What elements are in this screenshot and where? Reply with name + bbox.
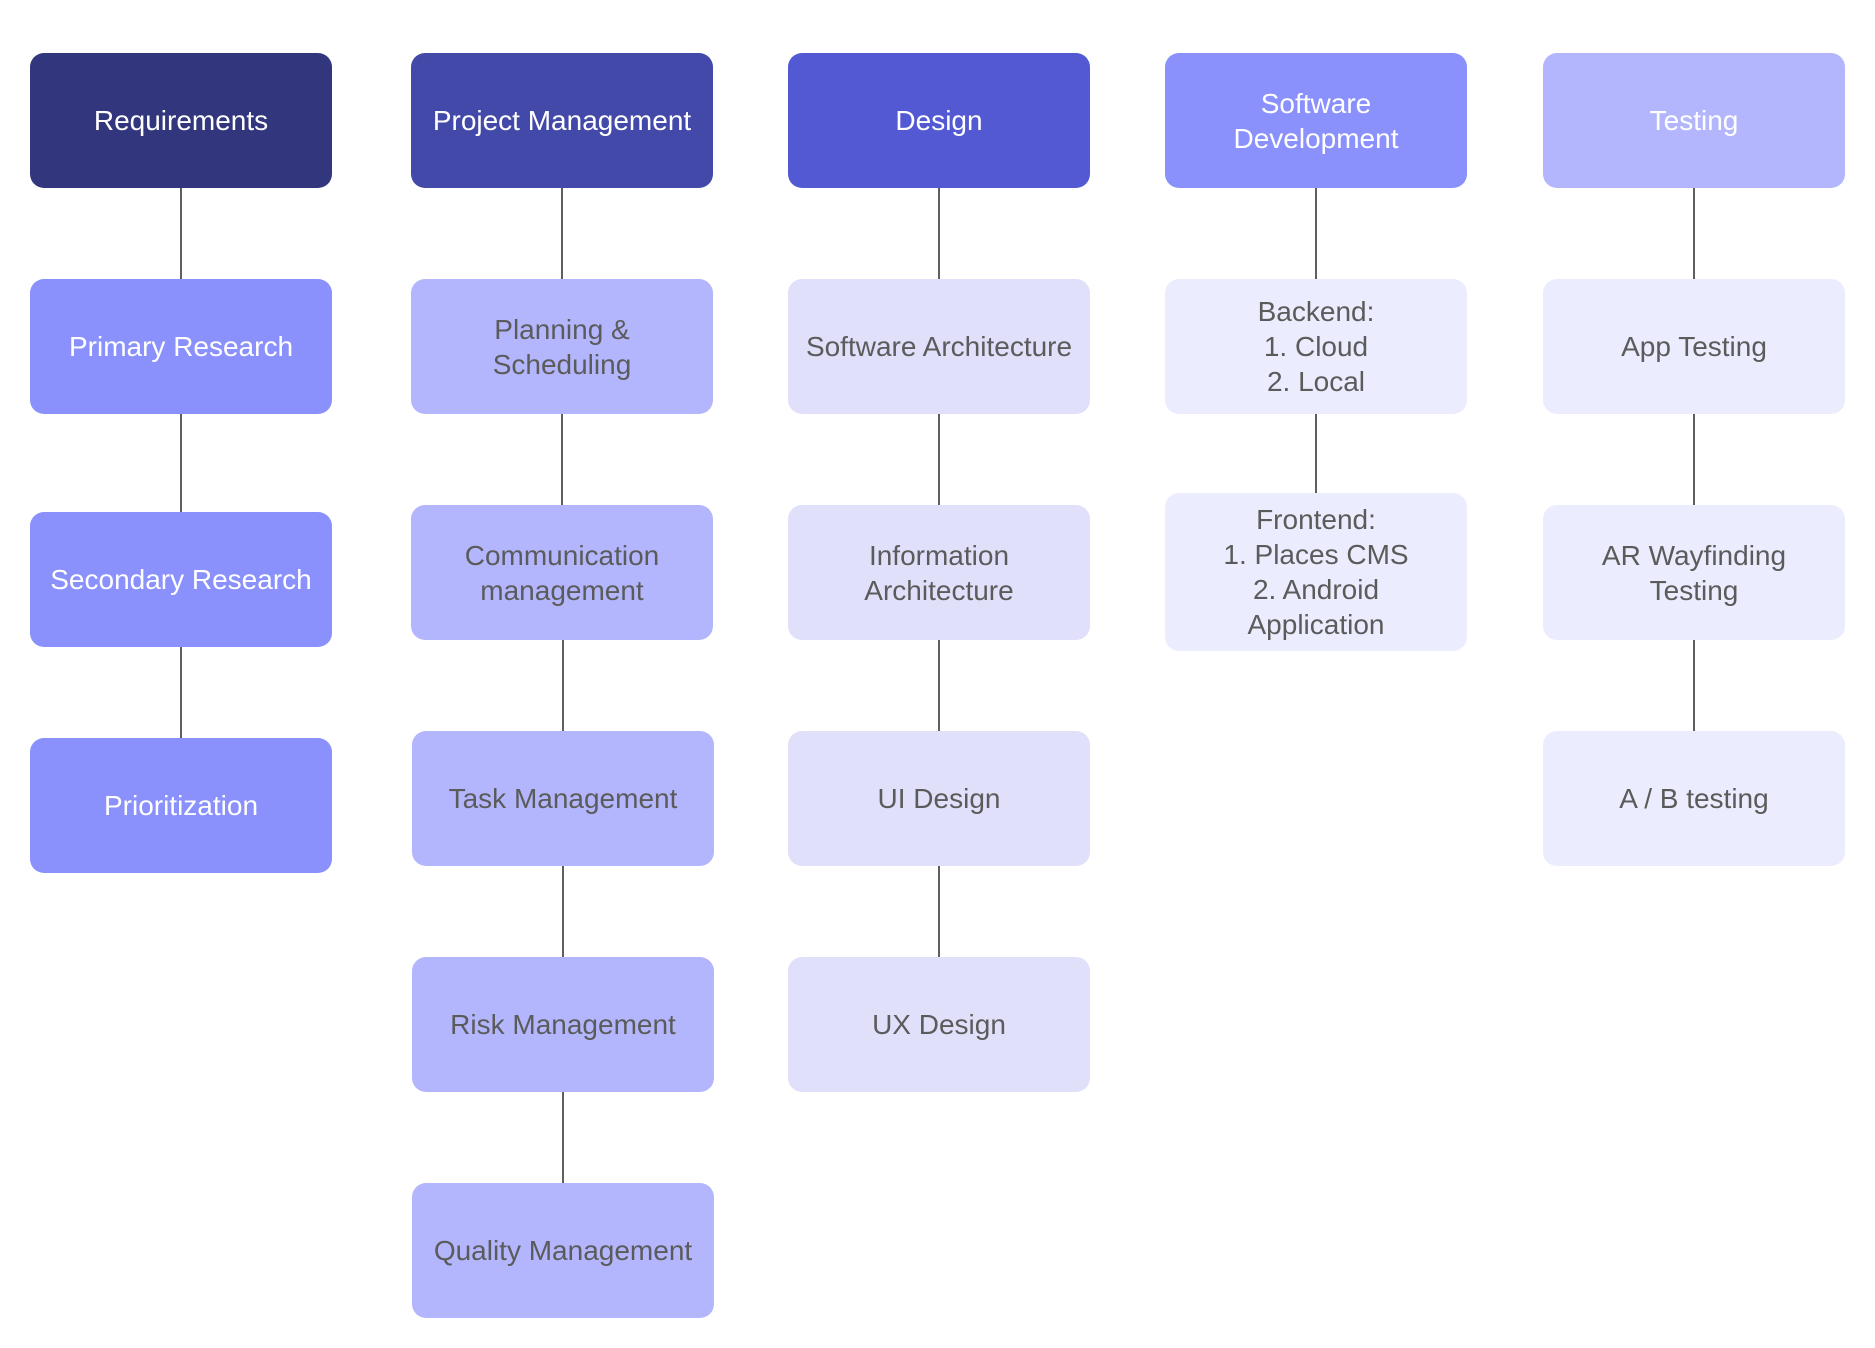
node-label: Project Management — [432, 105, 692, 136]
node-label: Design — [895, 105, 983, 136]
node-label: A / B testing — [1619, 783, 1769, 814]
node-label: Requirements — [93, 105, 269, 136]
node-label: App Testing — [1621, 331, 1767, 362]
software-architecture-node: Software Architecture — [788, 279, 1090, 414]
design-header: Design — [788, 53, 1090, 188]
connector — [561, 187, 563, 279]
connector — [1315, 187, 1317, 279]
node-label: Backend: 1. Cloud 2. Local — [1257, 296, 1375, 397]
connector — [562, 1091, 564, 1183]
planning-scheduling-node: Planning & Scheduling — [411, 279, 713, 414]
task-management-node: Task Management — [412, 731, 714, 866]
secondary-research-node: Secondary Research — [30, 512, 332, 647]
node-label: Risk Management — [450, 1009, 676, 1040]
frontend-node: Frontend: 1. Places CMS 2. Android Appli… — [1165, 493, 1467, 651]
testing-header: Testing — [1543, 53, 1845, 188]
connector — [180, 187, 182, 279]
connector — [561, 413, 563, 505]
node-label: Software Architecture — [805, 331, 1073, 362]
primary-research-node: Primary Research — [30, 279, 332, 414]
node-label: Communication management — [464, 539, 660, 606]
ui-design-node: UI Design — [788, 731, 1090, 866]
connector — [938, 187, 940, 279]
quality-management-node: Quality Management — [412, 1183, 714, 1318]
ux-design-node: UX Design — [788, 957, 1090, 1092]
node-label: UI Design — [877, 783, 1001, 814]
node-label: Secondary Research — [50, 564, 312, 595]
connector — [938, 865, 940, 957]
connector — [180, 413, 182, 512]
node-label: Information Architecture — [864, 539, 1014, 606]
app-testing-node: App Testing — [1543, 279, 1845, 414]
connector — [562, 865, 564, 957]
connector — [1693, 413, 1695, 505]
software-development-header: Software Development — [1165, 53, 1467, 188]
connector — [1693, 187, 1695, 279]
communication-management-node: Communication management — [411, 505, 713, 640]
ab-testing-node: A / B testing — [1543, 731, 1845, 866]
connector — [938, 639, 940, 731]
node-label: UX Design — [872, 1009, 1006, 1040]
requirements-header: Requirements — [30, 53, 332, 188]
node-label: Task Management — [448, 783, 678, 814]
connector — [1315, 413, 1317, 493]
backend-node: Backend: 1. Cloud 2. Local — [1165, 279, 1467, 414]
information-architecture-node: Information Architecture — [788, 505, 1090, 640]
node-label: Planning & Scheduling — [492, 313, 632, 380]
ar-wayfinding-testing-node: AR Wayfinding Testing — [1543, 505, 1845, 640]
connector — [562, 639, 564, 731]
node-label: AR Wayfinding Testing — [1601, 539, 1787, 606]
node-label: Software Development — [1233, 87, 1399, 154]
node-label: Quality Management — [433, 1235, 693, 1266]
project-management-header: Project Management — [411, 53, 713, 188]
connector — [1693, 639, 1695, 731]
connector — [938, 413, 940, 505]
risk-management-node: Risk Management — [412, 957, 714, 1092]
node-label: Prioritization — [103, 790, 259, 821]
connector — [180, 647, 182, 738]
prioritization-node: Prioritization — [30, 738, 332, 873]
node-label: Primary Research — [68, 331, 294, 362]
node-label: Frontend: 1. Places CMS 2. Android Appli… — [1223, 504, 1409, 640]
node-label: Testing — [1649, 105, 1739, 136]
